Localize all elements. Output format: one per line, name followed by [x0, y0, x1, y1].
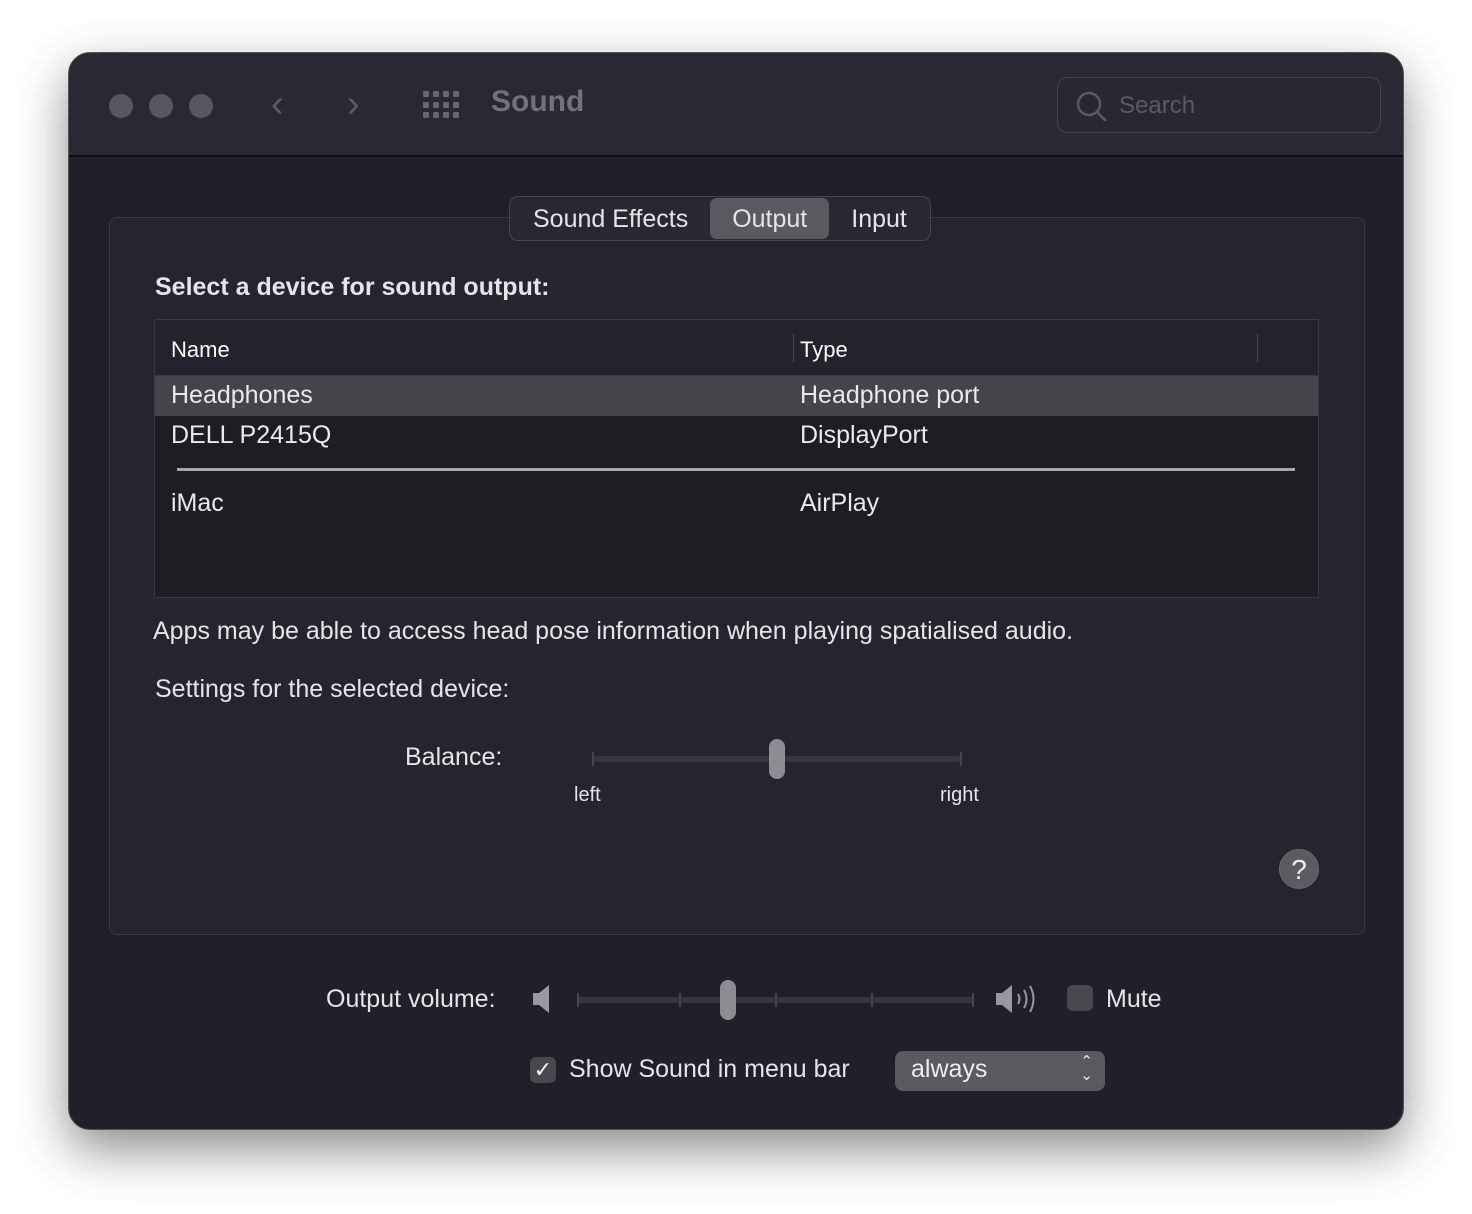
show-all-grid-icon[interactable]: [423, 91, 461, 119]
window-title: Sound: [491, 85, 585, 118]
table-header: Name Type: [155, 320, 1318, 376]
menubar-visibility-select[interactable]: always ⌃ ⌄: [895, 1051, 1105, 1091]
chevron-updown-icon: ⌃ ⌄: [1080, 1053, 1093, 1084]
titlebar: ‹ › Sound Search: [69, 53, 1403, 157]
select-value: always: [911, 1055, 988, 1083]
search-placeholder: Search: [1119, 92, 1196, 119]
show-in-menubar-checkbox[interactable]: ✓: [530, 1057, 556, 1083]
device-name: iMac: [171, 489, 224, 517]
device-heading: Select a device for sound output:: [155, 273, 550, 301]
column-type[interactable]: Type: [800, 337, 848, 363]
volume-thumb[interactable]: [720, 980, 737, 1020]
balance-right-label: right: [940, 784, 979, 806]
show-in-menubar-label: Show Sound in menu bar: [569, 1055, 850, 1083]
group-divider: [177, 468, 1295, 471]
balance-left-label: left: [574, 784, 601, 806]
table-row[interactable]: DELL P2415Q DisplayPort: [155, 416, 1318, 456]
device-name: Headphones: [171, 381, 313, 409]
device-table: Name Type Headphones Headphone port DELL …: [154, 319, 1319, 598]
minimize-button[interactable]: [149, 94, 173, 118]
device-type: DisplayPort: [800, 421, 928, 449]
checkmark-icon: ✓: [533, 1057, 553, 1082]
device-name: DELL P2415Q: [171, 421, 332, 449]
spatial-audio-notice: Apps may be able to access head pose inf…: [153, 617, 1074, 645]
table-row[interactable]: Headphones Headphone port: [155, 376, 1318, 416]
table-row[interactable]: iMac AirPlay: [155, 484, 1318, 524]
zoom-button[interactable]: [189, 94, 213, 118]
search-icon: [1076, 91, 1107, 122]
speaker-high-icon: [996, 985, 1035, 1013]
speaker-low-icon: [533, 985, 549, 1013]
mute-checkbox[interactable]: [1067, 985, 1093, 1011]
balance-thumb[interactable]: [769, 739, 785, 779]
device-type: AirPlay: [800, 489, 880, 517]
tab-bar: Sound Effects Output Input: [509, 196, 931, 241]
tab-output[interactable]: Output: [710, 198, 830, 239]
forward-chevron-icon[interactable]: ›: [347, 83, 360, 126]
output-volume-label: Output volume:: [326, 985, 496, 1013]
device-type: Headphone port: [800, 381, 980, 409]
back-chevron-icon[interactable]: ‹: [271, 83, 284, 126]
mute-label: Mute: [1106, 985, 1162, 1013]
column-name[interactable]: Name: [171, 337, 230, 363]
help-button[interactable]: ?: [1279, 849, 1319, 889]
tab-sound-effects[interactable]: Sound Effects: [511, 198, 710, 239]
search-input[interactable]: Search: [1057, 77, 1381, 133]
close-button[interactable]: [109, 94, 133, 118]
tab-input[interactable]: Input: [829, 198, 929, 239]
balance-label: Balance:: [405, 743, 503, 771]
settings-label: Settings for the selected device:: [155, 675, 510, 703]
sound-preferences-window: ‹ › Sound Search Sound Effects Output In…: [68, 52, 1404, 1130]
